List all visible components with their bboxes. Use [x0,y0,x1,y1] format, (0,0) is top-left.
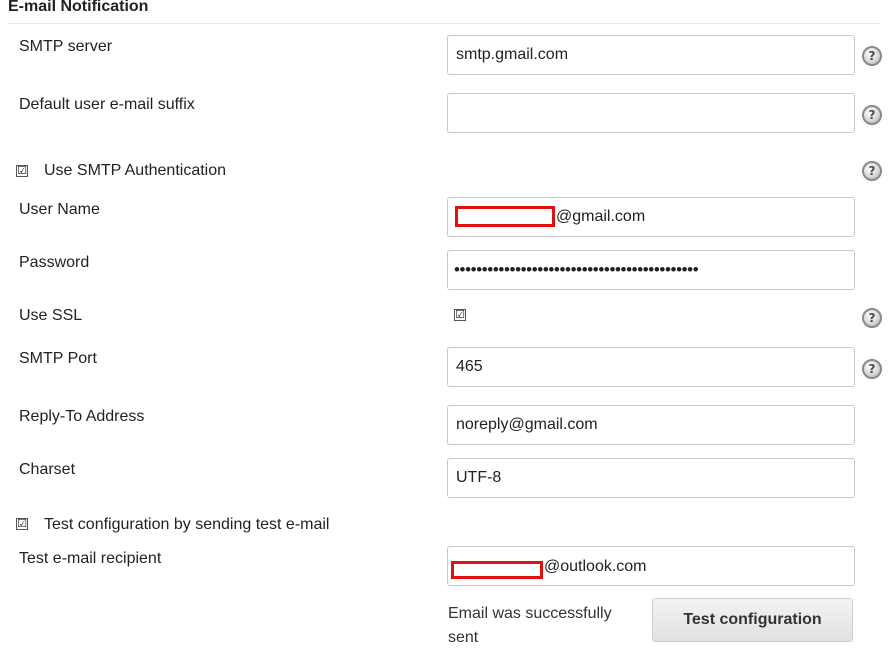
email-suffix-label: Default user e-mail suffix [19,96,195,113]
reply-to-label: Reply-To Address [19,408,145,425]
email-suffix-help-icon[interactable]: ? [862,105,882,125]
redaction-box [455,206,555,227]
smtp-server-input[interactable] [447,35,855,75]
redaction-box [451,561,543,579]
charset-input[interactable] [447,458,855,498]
use-ssl-label: Use SSL [19,307,83,324]
user-name-input[interactable]: @gmail.com [447,197,855,237]
smtp-auth-label: Use SMTP Authentication [44,162,227,179]
test-config-checkbox[interactable]: ☑ [16,518,28,530]
test-configuration-button[interactable]: Test configuration [652,598,853,642]
user-name-label: User Name [19,201,100,218]
test-recipient-label: Test e-mail recipient [19,550,162,567]
smtp-auth-checkbox[interactable]: ☑ [16,165,28,177]
smtp-port-label: SMTP Port [19,350,97,367]
reply-to-input[interactable] [447,405,855,445]
status-message: Email was successfully sent [448,605,612,646]
password-label: Password [19,254,90,271]
password-value: ••••••••••••••••••••••••••••••••••••••••… [454,260,699,279]
section-divider [8,23,881,24]
user-name-value: @gmail.com [556,208,646,225]
smtp-port-help-icon[interactable]: ? [862,359,882,379]
use-ssl-checkbox[interactable]: ☑ [454,309,466,321]
smtp-port-input[interactable] [447,347,855,387]
email-suffix-input[interactable] [447,93,855,133]
test-config-label: Test configuration by sending test e-mai… [44,516,330,533]
smtp-auth-help-icon[interactable]: ? [862,161,882,181]
charset-label: Charset [19,461,76,478]
test-recipient-input[interactable]: @outlook.com [447,546,855,586]
use-ssl-help-icon[interactable]: ? [862,308,882,328]
password-input[interactable]: ••••••••••••••••••••••••••••••••••••••••… [447,250,855,290]
smtp-server-help-icon[interactable]: ? [862,46,882,66]
section-title: E-mail Notification [8,0,149,15]
smtp-server-label: SMTP server [19,38,113,55]
test-recipient-value: @outlook.com [544,558,647,575]
